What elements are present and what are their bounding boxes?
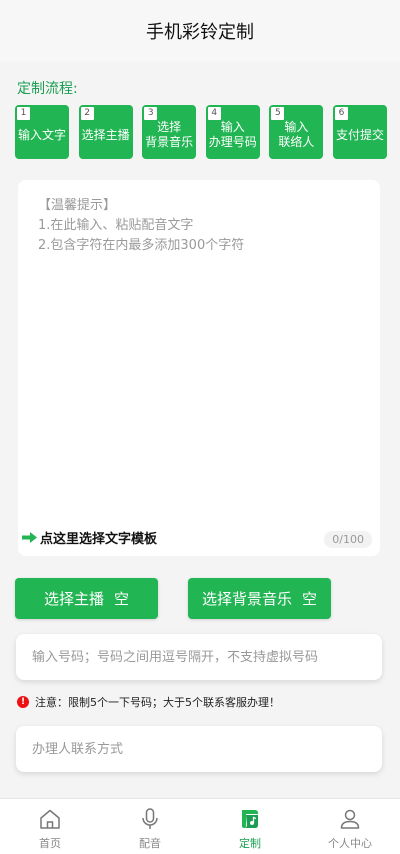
step-label: 选择主播 — [81, 127, 130, 142]
contact-input[interactable] — [32, 741, 372, 757]
tab-home[interactable]: 首页 — [0, 799, 100, 854]
step-number: 2 — [80, 107, 94, 120]
select-music-button[interactable]: 选择背景音乐 空 — [188, 578, 331, 619]
step-number: 1 — [17, 107, 30, 120]
notice-text: 注意：限制5个一下号码；大于5个联系客服办理！ — [35, 696, 280, 709]
text-input-area[interactable]: 【温馨提示】 1.在此输入、粘贴配音文字 2.包含字符在内最多添加300个字符 … — [18, 180, 380, 556]
step-label: 输入文字 — [17, 127, 66, 142]
microphone-icon — [142, 808, 158, 829]
template-link-label: 点这里选择文字模板 — [40, 532, 158, 547]
tip-line-2: 2.包含字符在内最多添加300个字符 — [38, 238, 245, 253]
step-number: 4 — [207, 107, 221, 120]
notice: ! 注意：限制5个一下号码；大于5个联系客服办理！ — [17, 694, 280, 710]
step-number: 3 — [144, 107, 158, 120]
template-link[interactable]: 点这里选择文字模板 — [21, 528, 157, 547]
select-music-value: 空 — [302, 590, 318, 608]
contact-input-card — [16, 726, 382, 772]
step-input-phone[interactable]: 4 输入 办理号码 — [205, 105, 260, 159]
select-anchor-label: 选择主播 — [43, 590, 104, 608]
step-number: 5 — [271, 107, 285, 120]
select-anchor-button[interactable]: 选择主播 空 — [15, 578, 158, 619]
step-input-contact[interactable]: 5 输入 联络人 — [269, 105, 324, 159]
tip-title: 【温馨提示】 — [38, 198, 117, 213]
home-icon — [40, 809, 60, 829]
tab-label: 首页 — [39, 837, 61, 850]
tab-label: 个人中心 — [328, 837, 372, 850]
tip-text: 【温馨提示】 1.在此输入、粘贴配音文字 2.包含字符在内最多添加300个字符 — [38, 196, 244, 256]
phone-input-card — [16, 634, 382, 680]
tip-line-1: 1.在此输入、粘贴配音文字 — [38, 218, 194, 233]
char-counter: 0/100 — [324, 531, 372, 548]
step-select-anchor[interactable]: 2 选择主播 — [78, 105, 133, 159]
tab-profile[interactable]: 个人中心 — [300, 799, 400, 854]
phone-input[interactable] — [32, 649, 372, 665]
page-title: 手机彩铃定制 — [146, 22, 254, 43]
select-music-label: 选择背景音乐 — [201, 590, 292, 608]
warning-icon: ! — [17, 696, 29, 708]
select-anchor-value: 空 — [114, 590, 130, 608]
tab-label: 配音 — [139, 837, 161, 850]
flow-steps: 1 输入文字 2 选择主播 3 选择 背景音乐 4 输入 办理号码 5 输入 联… — [15, 105, 387, 159]
step-label: 支付提交 — [335, 127, 384, 142]
tab-custom[interactable]: 定制 — [200, 799, 300, 854]
tab-dubbing[interactable]: 配音 — [100, 799, 200, 854]
step-number: 6 — [334, 107, 348, 120]
step-input-text[interactable]: 1 输入文字 — [15, 105, 69, 159]
bottom-tab-bar: 首页 配音 定制 个人中心 — [0, 798, 400, 854]
app-header: 手机彩铃定制 — [0, 0, 400, 62]
step-select-music[interactable]: 3 选择 背景音乐 — [142, 105, 197, 159]
user-icon — [340, 809, 360, 829]
custom-music-icon — [242, 810, 258, 828]
flow-label: 定制流程: — [17, 81, 78, 97]
step-pay-submit[interactable]: 6 支付提交 — [332, 105, 387, 159]
tab-label: 定制 — [239, 837, 261, 850]
arrow-right-icon — [22, 532, 37, 543]
